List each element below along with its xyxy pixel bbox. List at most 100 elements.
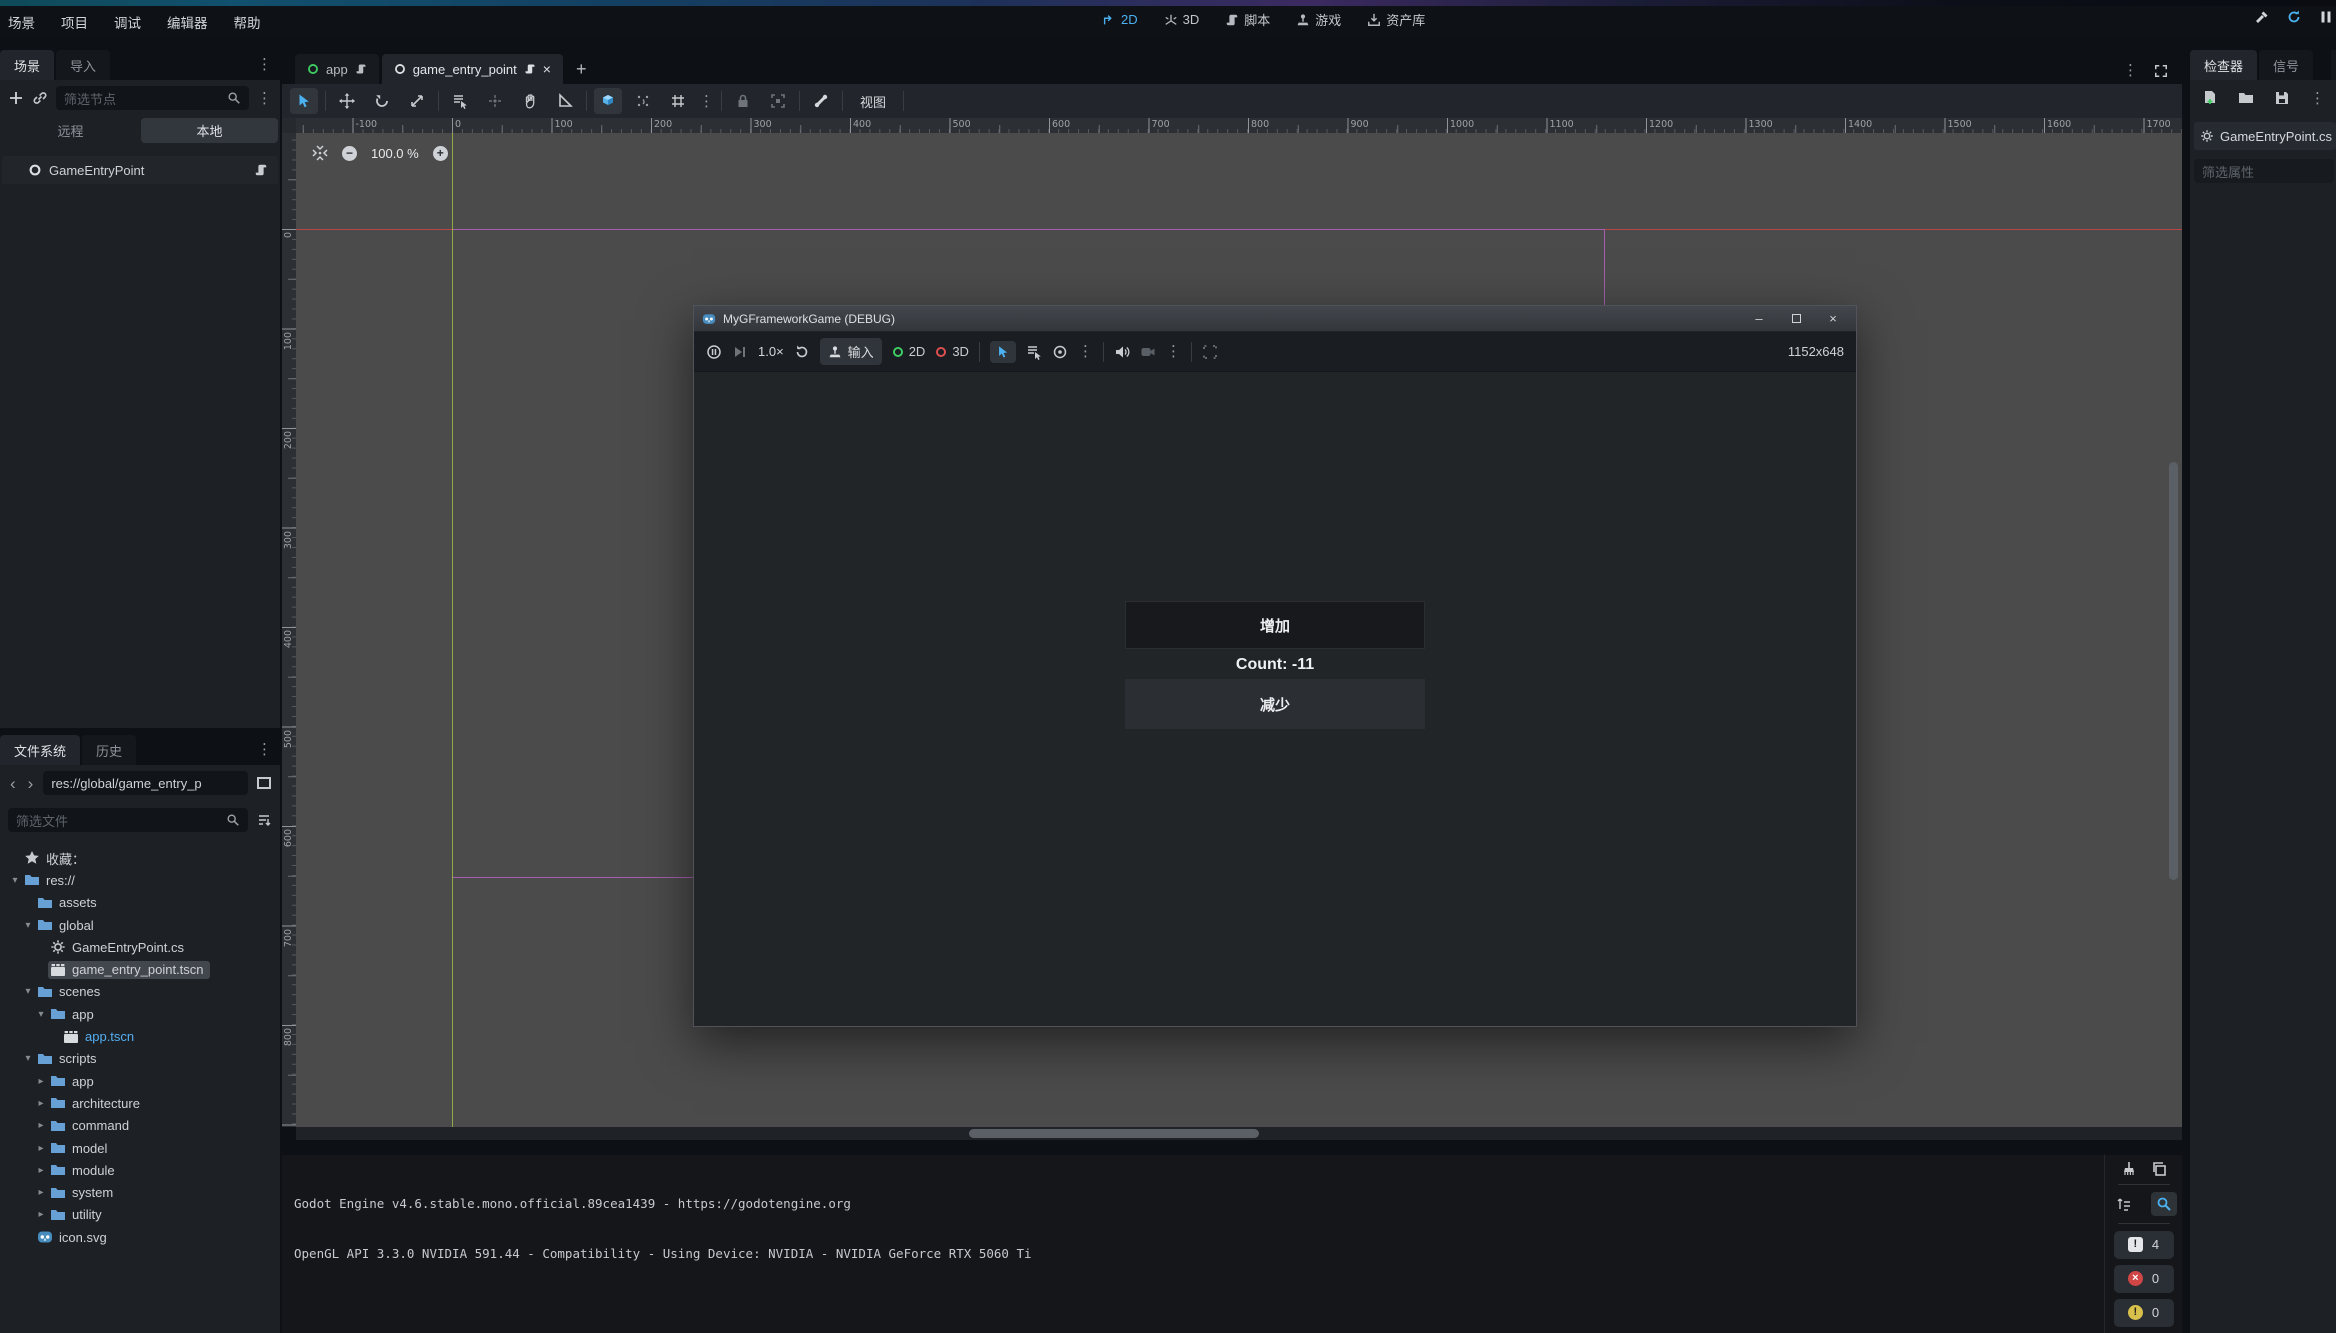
pick-options-icon[interactable]: ⋮: [1078, 344, 1093, 359]
file-tree-item[interactable]: ▸command: [0, 1115, 280, 1137]
scrollbar-thumb[interactable]: [969, 1129, 1259, 1138]
scale-tool[interactable]: [403, 88, 431, 114]
tree-expand-icon[interactable]: ▸: [34, 1209, 48, 1220]
edited-resource-row[interactable]: GameEntryPoint.cs: [2194, 122, 2336, 150]
suspend-icon[interactable]: [706, 344, 722, 360]
save-resource-icon[interactable]: [2274, 90, 2290, 106]
file-tree-item[interactable]: game_entry_point.tscn: [0, 958, 280, 980]
game-window-titlebar[interactable]: MyGFrameworkGame (DEBUG) – ×: [694, 306, 1856, 332]
tree-expand-icon[interactable]: ▸: [34, 1120, 48, 1131]
nav-forward-icon[interactable]: ›: [26, 775, 36, 792]
menu-project[interactable]: 项目: [61, 12, 88, 32]
lock-selected[interactable]: [729, 88, 757, 114]
error-count-badge[interactable]: ×0: [2114, 1265, 2174, 1293]
reset-speed-icon[interactable]: [794, 344, 810, 360]
close-button[interactable]: ×: [1818, 306, 1848, 331]
tab-filesystem[interactable]: 文件系统: [0, 735, 80, 765]
grid-snap-toggle[interactable]: [629, 88, 657, 114]
pick-2d-button[interactable]: 2D: [892, 344, 926, 359]
playback-speed[interactable]: 1.0×: [758, 344, 784, 359]
file-tree-item[interactable]: ▾scripts: [0, 1048, 280, 1070]
camera-icon[interactable]: [1140, 344, 1156, 360]
tree-collapse-icon[interactable]: ▾: [21, 920, 35, 931]
file-tree-item[interactable]: ▾global: [0, 914, 280, 936]
minimize-button[interactable]: –: [1744, 306, 1774, 331]
pick-list-icon[interactable]: [1026, 344, 1042, 360]
filesystem-options-icon[interactable]: ⋮: [257, 742, 272, 757]
workspace-2d[interactable]: 2D: [1102, 12, 1138, 27]
search-log-icon[interactable]: [2151, 1192, 2177, 1216]
message-count-badge[interactable]: !4: [2114, 1231, 2174, 1259]
file-tree-item[interactable]: app.tscn: [0, 1025, 280, 1047]
workspace-script[interactable]: 脚本: [1225, 10, 1270, 29]
rotate-tool[interactable]: [368, 88, 396, 114]
nav-back-icon[interactable]: ‹: [8, 775, 18, 792]
workspace-game[interactable]: 游戏: [1296, 10, 1341, 29]
tree-collapse-icon[interactable]: ▾: [34, 1009, 48, 1020]
file-tree-item[interactable]: ▸system: [0, 1181, 280, 1203]
filter-nodes-input[interactable]: 筛选节点: [56, 86, 249, 110]
center-view-icon[interactable]: [312, 145, 328, 161]
local-button[interactable]: 本地: [141, 118, 278, 143]
clear-output-icon[interactable]: [2121, 1161, 2137, 1177]
sort-files-icon[interactable]: [256, 812, 272, 828]
group-selected[interactable]: [764, 88, 792, 114]
file-tree-item[interactable]: ▾app: [0, 1003, 280, 1025]
move-tool[interactable]: [333, 88, 361, 114]
file-tree-item[interactable]: ▸app: [0, 1070, 280, 1092]
menu-debug[interactable]: 调试: [114, 12, 141, 32]
audio-toggle-icon[interactable]: [1114, 344, 1130, 360]
inspector-options-icon[interactable]: ⋮: [2310, 91, 2325, 106]
copy-output-icon[interactable]: [2151, 1161, 2167, 1177]
tree-expand-icon[interactable]: ▸: [34, 1098, 48, 1109]
file-tree-item[interactable]: GameEntryPoint.cs: [0, 936, 280, 958]
next-frame-icon[interactable]: [732, 344, 748, 360]
file-tree-item[interactable]: icon.svg: [0, 1226, 280, 1248]
tab-import[interactable]: 导入: [56, 50, 110, 80]
zoom-percentage[interactable]: 100.0 %: [371, 146, 419, 161]
tree-collapse-icon[interactable]: ▾: [8, 875, 22, 886]
close-tab-icon[interactable]: ×: [543, 61, 551, 77]
file-tree-item[interactable]: 收藏：: [0, 847, 280, 869]
scene-tab-game-entry-point[interactable]: game_entry_point ×: [382, 54, 563, 84]
tree-collapse-icon[interactable]: ▾: [21, 1053, 35, 1064]
new-scene-tab-button[interactable]: +: [566, 59, 597, 84]
file-tree-item[interactable]: ▾res://: [0, 869, 280, 891]
tree-expand-icon[interactable]: ▸: [34, 1187, 48, 1198]
menu-scene[interactable]: 场景: [8, 12, 35, 32]
zoom-out-button[interactable]: −: [342, 146, 357, 161]
tree-expand-icon[interactable]: ▸: [34, 1076, 48, 1087]
canvas-vertical-scrollbar[interactable]: [2169, 462, 2178, 880]
select-tool[interactable]: [290, 88, 318, 114]
load-resource-icon[interactable]: [2238, 90, 2254, 106]
workspace-assetlib[interactable]: 资产库: [1367, 10, 1425, 29]
tabstrip-options-icon[interactable]: ⋮: [2123, 63, 2138, 78]
filter-properties-input[interactable]: 筛选属性: [2194, 159, 2334, 183]
pause-icon[interactable]: [2318, 9, 2334, 25]
build-hammer-icon[interactable]: [2254, 9, 2270, 25]
scene-tree-root-node[interactable]: GameEntryPoint: [2, 156, 278, 184]
attached-script-icon[interactable]: [254, 163, 268, 177]
hot-reload-icon[interactable]: [2286, 9, 2302, 25]
maximize-button[interactable]: [1781, 306, 1811, 331]
file-tree-item[interactable]: assets: [0, 892, 280, 914]
decrease-button[interactable]: 减少: [1125, 679, 1425, 729]
workspace-3d[interactable]: 3D: [1164, 12, 1200, 27]
path-field[interactable]: res://global/game_entry_p: [43, 771, 248, 795]
tree-collapse-icon[interactable]: ▾: [21, 986, 35, 997]
pan-tool[interactable]: [516, 88, 544, 114]
distraction-free-icon[interactable]: [2154, 64, 2168, 78]
tab-inspector[interactable]: 检查器: [2190, 50, 2257, 80]
pick-select-tool[interactable]: [990, 341, 1016, 363]
canvas-horizontal-scrollbar[interactable]: [296, 1127, 2182, 1140]
pixel-snap-tool[interactable]: [481, 88, 509, 114]
file-tree-item[interactable]: ▾scenes: [0, 981, 280, 1003]
input-mode-button[interactable]: 输入: [820, 338, 882, 365]
zoom-in-button[interactable]: +: [433, 146, 448, 161]
list-select-tool[interactable]: [446, 88, 474, 114]
tab-history[interactable]: 历史: [82, 735, 136, 765]
tab-scene[interactable]: 场景: [0, 50, 54, 80]
menu-help[interactable]: 帮助: [234, 12, 261, 32]
new-resource-icon[interactable]: [2202, 90, 2218, 106]
file-tree-item[interactable]: ▸utility: [0, 1204, 280, 1226]
